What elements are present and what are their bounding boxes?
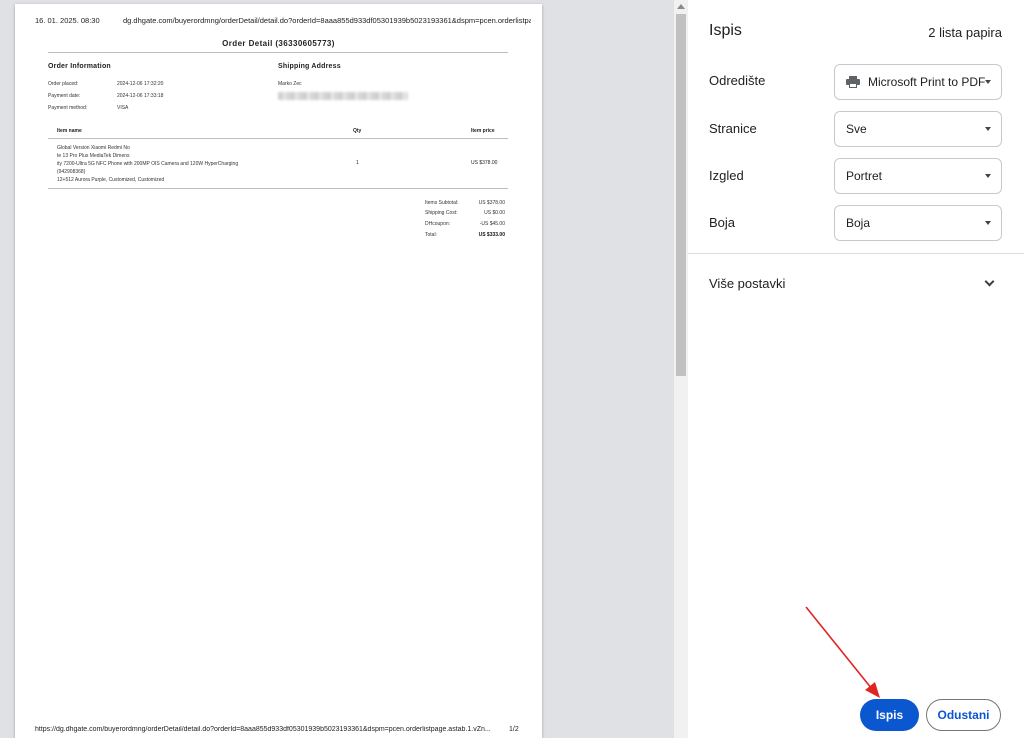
item-name-line: (942908368) [57,169,86,175]
item-name-line: Global Version Xiaomi Redmi No [57,145,130,151]
destination-label: Odredište [709,73,766,88]
payment-method-value: VISA [117,105,129,111]
order-placed-value: 2024-12-06 17:32:20 [117,81,164,87]
destination-select[interactable]: Microsoft Print to PDF [834,64,1002,100]
pages-select[interactable]: Sve [834,111,1002,147]
layout-value: Portret [846,169,883,183]
chevron-down-icon [985,80,991,84]
layout-label: Izgled [709,168,744,183]
shipping-address-heading: Shipping Address [278,63,341,70]
total-label: Total: [425,232,437,238]
panel-title: Ispis [709,22,742,39]
item-name-line: ity 7200-Ultra 5G NFC Phone with 200MP O… [57,161,239,167]
page-number: 1/2 [509,726,519,733]
subtotal-label: Items Subtotal: [425,200,459,206]
color-select[interactable]: Boja [834,205,1002,241]
order-placed-label: Order placed: [48,81,79,87]
order-detail-title: Order Detail (36330605773) [222,39,335,48]
expand-chevron-icon[interactable] [984,276,995,287]
item-name-line: 12+512 Aurora Purple, Customized, Custom… [57,177,165,183]
payment-date-label: Payment date: [48,93,81,99]
order-info-heading: Order Information [48,63,111,70]
settings-divider [688,253,1024,254]
item-qty: 1 [356,160,359,166]
chevron-down-icon [985,221,991,225]
shipping-cost-label: Shipping Cost: [425,210,458,216]
printer-icon [846,76,860,88]
shipping-name: Marko Zec [278,81,302,87]
page-header-url: dg.dhgate.com/buyerordmng/orderDetail/de… [123,16,531,25]
blurred-address [278,92,408,100]
payment-method-label: Payment method: [48,105,88,111]
coupon-value: -US $45.00 [479,221,505,227]
chevron-down-icon [985,174,991,178]
title-divider [48,52,508,53]
page-header-date: 16. 01. 2025. 08:30 [35,16,100,25]
coupon-label: DHcoupon: [425,221,451,227]
print-preview-area: 16. 01. 2025. 08:30 dg.dhgate.com/buyero… [0,0,674,738]
sheet-count: 2 lista papira [928,25,1002,40]
cancel-button[interactable]: Odustani [926,699,1001,731]
col-item-price: Item price [471,128,495,134]
total-value: US $333.00 [478,232,505,238]
item-price: US $378.00 [471,160,498,166]
table-header-divider [48,138,508,139]
col-item-name: Item name [57,128,82,134]
layout-select[interactable]: Portret [834,158,1002,194]
color-label: Boja [709,215,736,230]
preview-page: 16. 01. 2025. 08:30 dg.dhgate.com/buyero… [15,4,542,738]
pages-label: Stranice [709,121,757,136]
destination-value: Microsoft Print to PDF [868,75,986,89]
scrollbar-thumb[interactable] [676,14,686,376]
shipping-cost-value: US $0.00 [484,210,505,216]
chevron-down-icon [985,127,991,131]
print-button[interactable]: Ispis [860,699,919,731]
page-footer-url: https://dg.dhgate.com/buyerordmng/orderD… [35,726,491,733]
pages-value: Sve [846,122,867,136]
payment-date-value: 2024-12-06 17:33:18 [117,93,164,99]
print-settings-panel: Ispis 2 lista papira Odredište Microsoft… [688,0,1024,738]
item-name-line: te 13 Pro Plus MediaTek Dimens [57,153,130,159]
scroll-up-arrow-icon[interactable] [677,4,685,9]
color-value: Boja [846,216,871,230]
more-settings-toggle[interactable]: Više postavki [709,276,785,291]
col-qty: Qty [353,128,362,134]
subtotal-value: US $378.00 [478,200,505,206]
preview-scrollbar[interactable] [674,0,688,738]
table-bottom-divider [48,188,508,189]
